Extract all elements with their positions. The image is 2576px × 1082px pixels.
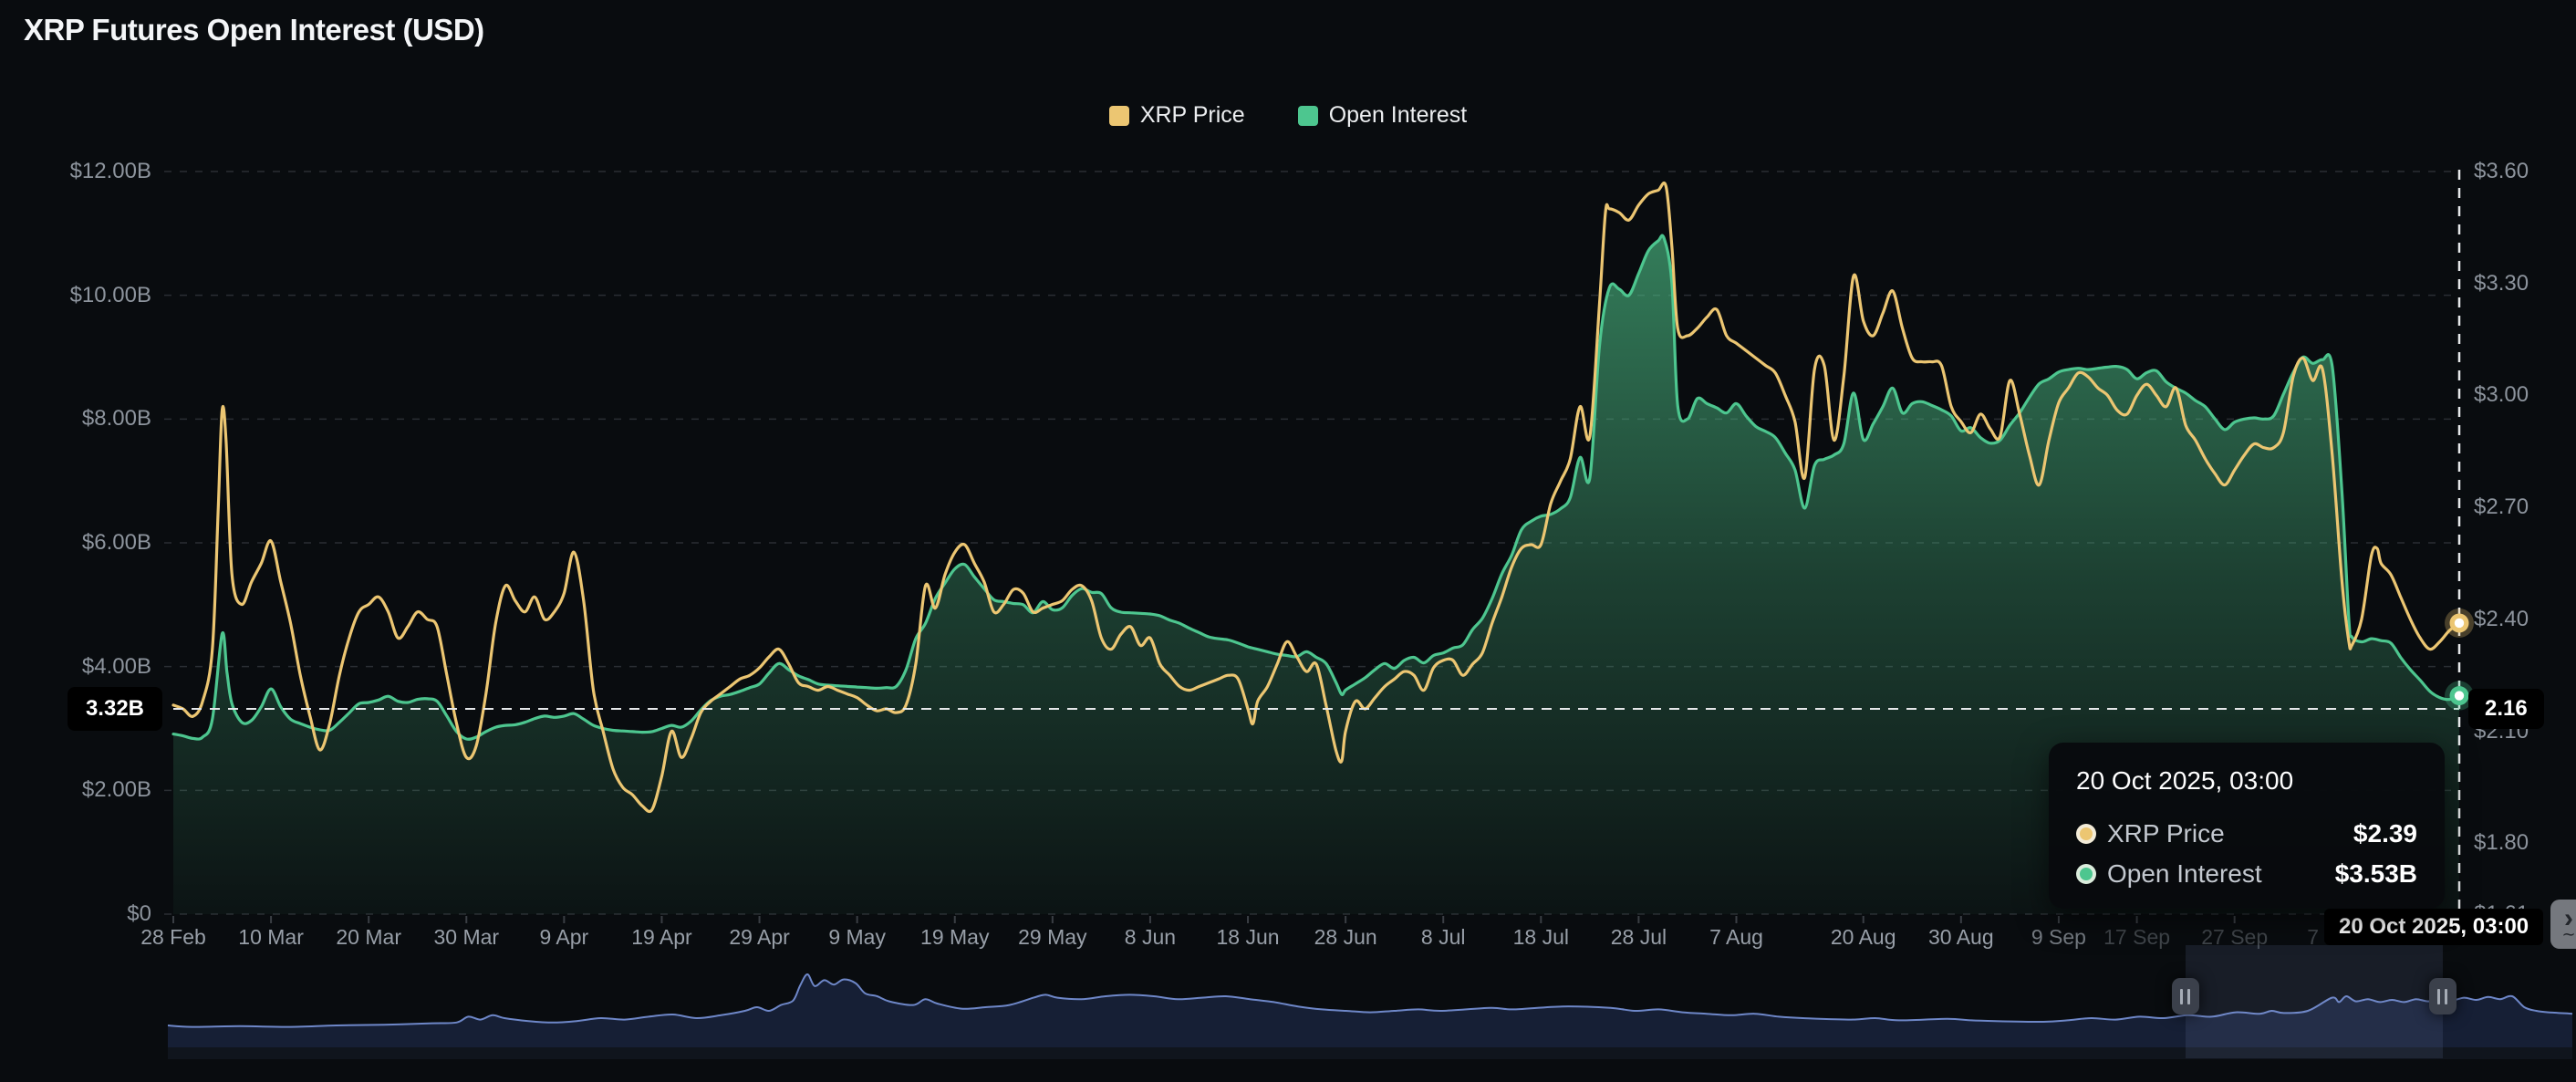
tooltip: 20 Oct 2025, 03:00 XRP Price $2.39 Open … (2049, 743, 2445, 909)
tooltip-label-open-interest: Open Interest (2107, 859, 2335, 889)
wave-icon: ∼ (2561, 929, 2575, 940)
tooltip-row-open-interest: Open Interest $3.53B (2076, 859, 2417, 889)
navigator-left-handle[interactable] (2172, 978, 2199, 1014)
tooltip-row-xrp-price: XRP Price $2.39 (2076, 819, 2417, 848)
navigator-mini-chart[interactable] (0, 0, 2576, 1082)
tooltip-value-open-interest: $3.53B (2335, 859, 2417, 889)
tooltip-label-xrp-price: XRP Price (2107, 819, 2353, 848)
crosshair-date-badge: 20 Oct 2025, 03:00 (2324, 909, 2543, 945)
tooltip-date: 20 Oct 2025, 03:00 (2076, 766, 2417, 796)
crosshair-price-badge: 2.16 (2468, 689, 2544, 729)
xrp-price-dot-icon (2076, 824, 2096, 844)
tooltip-value-xrp-price: $2.39 (2353, 819, 2417, 848)
navigator-selection[interactable] (2186, 945, 2443, 1058)
navigator-right-handle[interactable] (2429, 978, 2457, 1014)
expand-panel-button[interactable]: › ∼ (2550, 900, 2576, 949)
open-interest-dot-icon (2076, 864, 2096, 884)
xrp-futures-open-interest-page: XRP Futures Open Interest (USD) XRP Pric… (0, 0, 2576, 1082)
crosshair-oi-badge: 3.32B (68, 687, 162, 731)
